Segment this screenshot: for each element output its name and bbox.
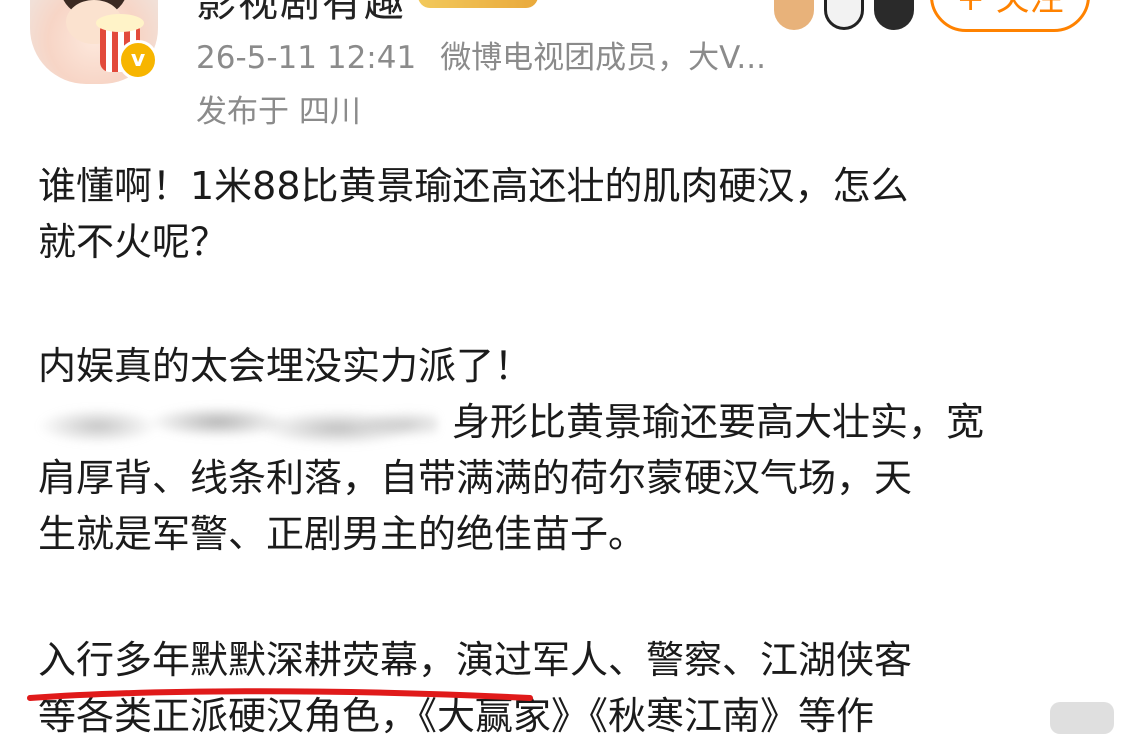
author-tag[interactable]: 微博电视团成员，大V... [440,40,766,76]
paw-icon [874,0,914,30]
post-paragraph-1: 谁懂啊！1米88比黄景瑜还高还壮的肌肉硬汉，怎么 就不火呢？ [38,158,909,270]
post-line: 就不火呢？ [38,220,229,264]
post-line: 身形比黄景瑜还要高大壮实，宽 [452,400,985,444]
post-paragraph-2: 内娱真的太会埋没实力派了！ 身形比黄景瑜还要高大壮实，宽 肩厚背、线条利落，自带… [38,338,984,562]
post-timestamp: 26-5-11 12:41 [196,40,417,76]
post-meta: 26-5-11 12:41 微博电视团成员，大V... [196,32,766,77]
follow-button[interactable]: + 关注 [930,0,1090,32]
paw-icon [774,0,814,30]
post-line: 谁懂啊！1米88比黄景瑜还高还壮的肌肉硬汉，怎么 [38,164,909,208]
post-location: 发布于 四川 [196,94,361,130]
verified-badge-icon: v [118,40,158,80]
post-line-with-redaction: 身形比黄景瑜还要高大壮实，宽 [38,394,984,450]
post-line: 肩厚背、线条利落，自带满满的荷尔蒙硬汉气场，天 [38,456,913,500]
username[interactable]: 影视剧有趣 [196,0,406,28]
vip-badge [418,0,538,8]
post-line: 生就是军警、正剧男主的绝佳苗子。 [38,512,647,556]
weibo-watermark-icon [1050,702,1114,734]
post-line: 入行多年默默深耕荧幕，演过军人、警察、江湖侠客 [38,638,913,682]
paw-icon [824,0,864,30]
red-underline-annotation [27,688,533,701]
post-line: 内娱真的太会埋没实力派了！ [38,344,533,388]
cat-paw-sticker [770,0,916,32]
